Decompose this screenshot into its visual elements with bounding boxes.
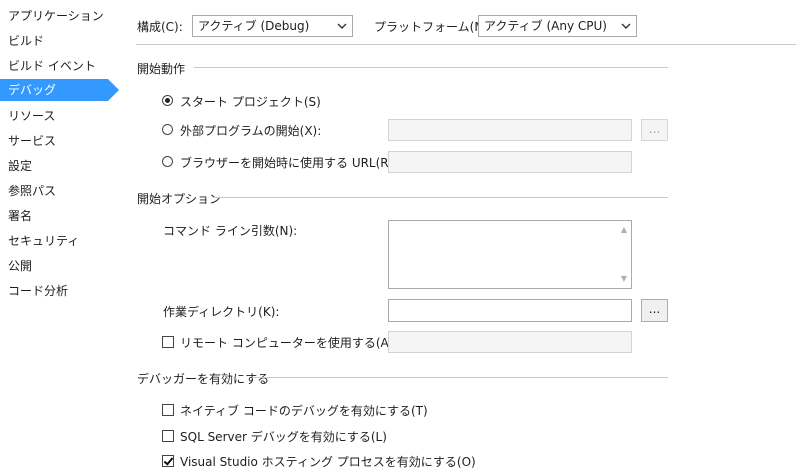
- working-dir-input[interactable]: [388, 299, 632, 322]
- platform-value: アクティブ (Any CPU): [484, 19, 607, 33]
- sidebar-item-code-analysis[interactable]: コード分析: [0, 280, 108, 302]
- sidebar-item-publish[interactable]: 公開: [0, 255, 108, 277]
- external-program-input[interactable]: [388, 119, 632, 141]
- native-debugging-label: ネイティブ コードのデバッグを有効にする(T): [180, 404, 428, 418]
- sidebar-item-build-events[interactable]: ビルド イベント: [0, 55, 108, 77]
- sidebar-nav: アプリケーション ビルド ビルド イベント デバッグ リソース サービス 設定 …: [0, 0, 120, 466]
- external-program-label: 外部プログラムの開始(X):: [180, 124, 322, 138]
- working-dir-label: 作業ディレクトリ(K):: [163, 305, 280, 319]
- platform-select[interactable]: アクティブ (Any CPU): [478, 15, 637, 37]
- working-dir-browse-button[interactable]: ...: [641, 299, 668, 322]
- browser-url-label: ブラウザーを開始時に使用する URL(R):: [180, 156, 398, 170]
- start-options-divider: [214, 197, 668, 198]
- native-debugging-checkbox[interactable]: [162, 404, 174, 416]
- start-project-radio[interactable]: [162, 95, 173, 106]
- browser-url-input[interactable]: [388, 151, 632, 173]
- vshost-label: Visual Studio ホスティング プロセスを有効にする(O): [180, 455, 476, 469]
- external-program-radio[interactable]: [162, 124, 173, 135]
- chevron-down-icon: [337, 23, 347, 29]
- sidebar-item-reference-paths[interactable]: 参照パス: [0, 180, 108, 202]
- browser-url-radio[interactable]: [162, 156, 173, 167]
- start-action-divider: [194, 67, 668, 68]
- remote-machine-label: リモート コンピューターを使用する(A): [180, 336, 394, 350]
- command-args-label: コマンド ライン引数(N):: [163, 224, 298, 238]
- start-options-title: 開始オプション: [137, 192, 222, 206]
- sidebar-item-signing[interactable]: 署名: [0, 205, 108, 227]
- sidebar-item-build[interactable]: ビルド: [0, 30, 108, 52]
- selected-indicator-arrow: [108, 79, 119, 101]
- scroll-down-icon[interactable]: ▼: [617, 272, 631, 286]
- debuggers-divider: [252, 377, 668, 378]
- platform-label: プラットフォーム(M):: [374, 20, 494, 34]
- sidebar-item-resources[interactable]: リソース: [0, 105, 108, 127]
- sidebar-item-security[interactable]: セキュリティ: [0, 230, 108, 252]
- sidebar-item-settings[interactable]: 設定: [0, 155, 108, 177]
- sql-debugging-label: SQL Server デバッグを有効にする(L): [180, 430, 387, 444]
- configuration-select[interactable]: アクティブ (Debug): [192, 15, 353, 37]
- header-divider: [136, 44, 796, 45]
- sql-debugging-checkbox[interactable]: [162, 430, 174, 442]
- remote-machine-input[interactable]: [388, 331, 632, 353]
- sidebar-item-application[interactable]: アプリケーション: [0, 5, 108, 27]
- vshost-checkbox[interactable]: [162, 455, 174, 467]
- configuration-label: 構成(C):: [137, 20, 183, 34]
- command-args-textarea[interactable]: ▲ ▼: [388, 220, 632, 289]
- start-action-title: 開始動作: [137, 62, 186, 76]
- chevron-down-icon: [621, 23, 631, 29]
- command-args-scrollbar[interactable]: ▲ ▼: [617, 221, 631, 288]
- start-project-label: スタート プロジェクト(S): [180, 95, 321, 109]
- scroll-up-icon[interactable]: ▲: [617, 223, 631, 237]
- configuration-value: アクティブ (Debug): [198, 19, 310, 33]
- remote-machine-checkbox[interactable]: [162, 336, 174, 348]
- external-program-browse-button[interactable]: ...: [641, 119, 668, 141]
- debuggers-title: デバッガーを有効にする: [137, 372, 270, 386]
- sidebar-item-debug[interactable]: デバッグ: [0, 79, 108, 101]
- sidebar-item-services[interactable]: サービス: [0, 130, 108, 152]
